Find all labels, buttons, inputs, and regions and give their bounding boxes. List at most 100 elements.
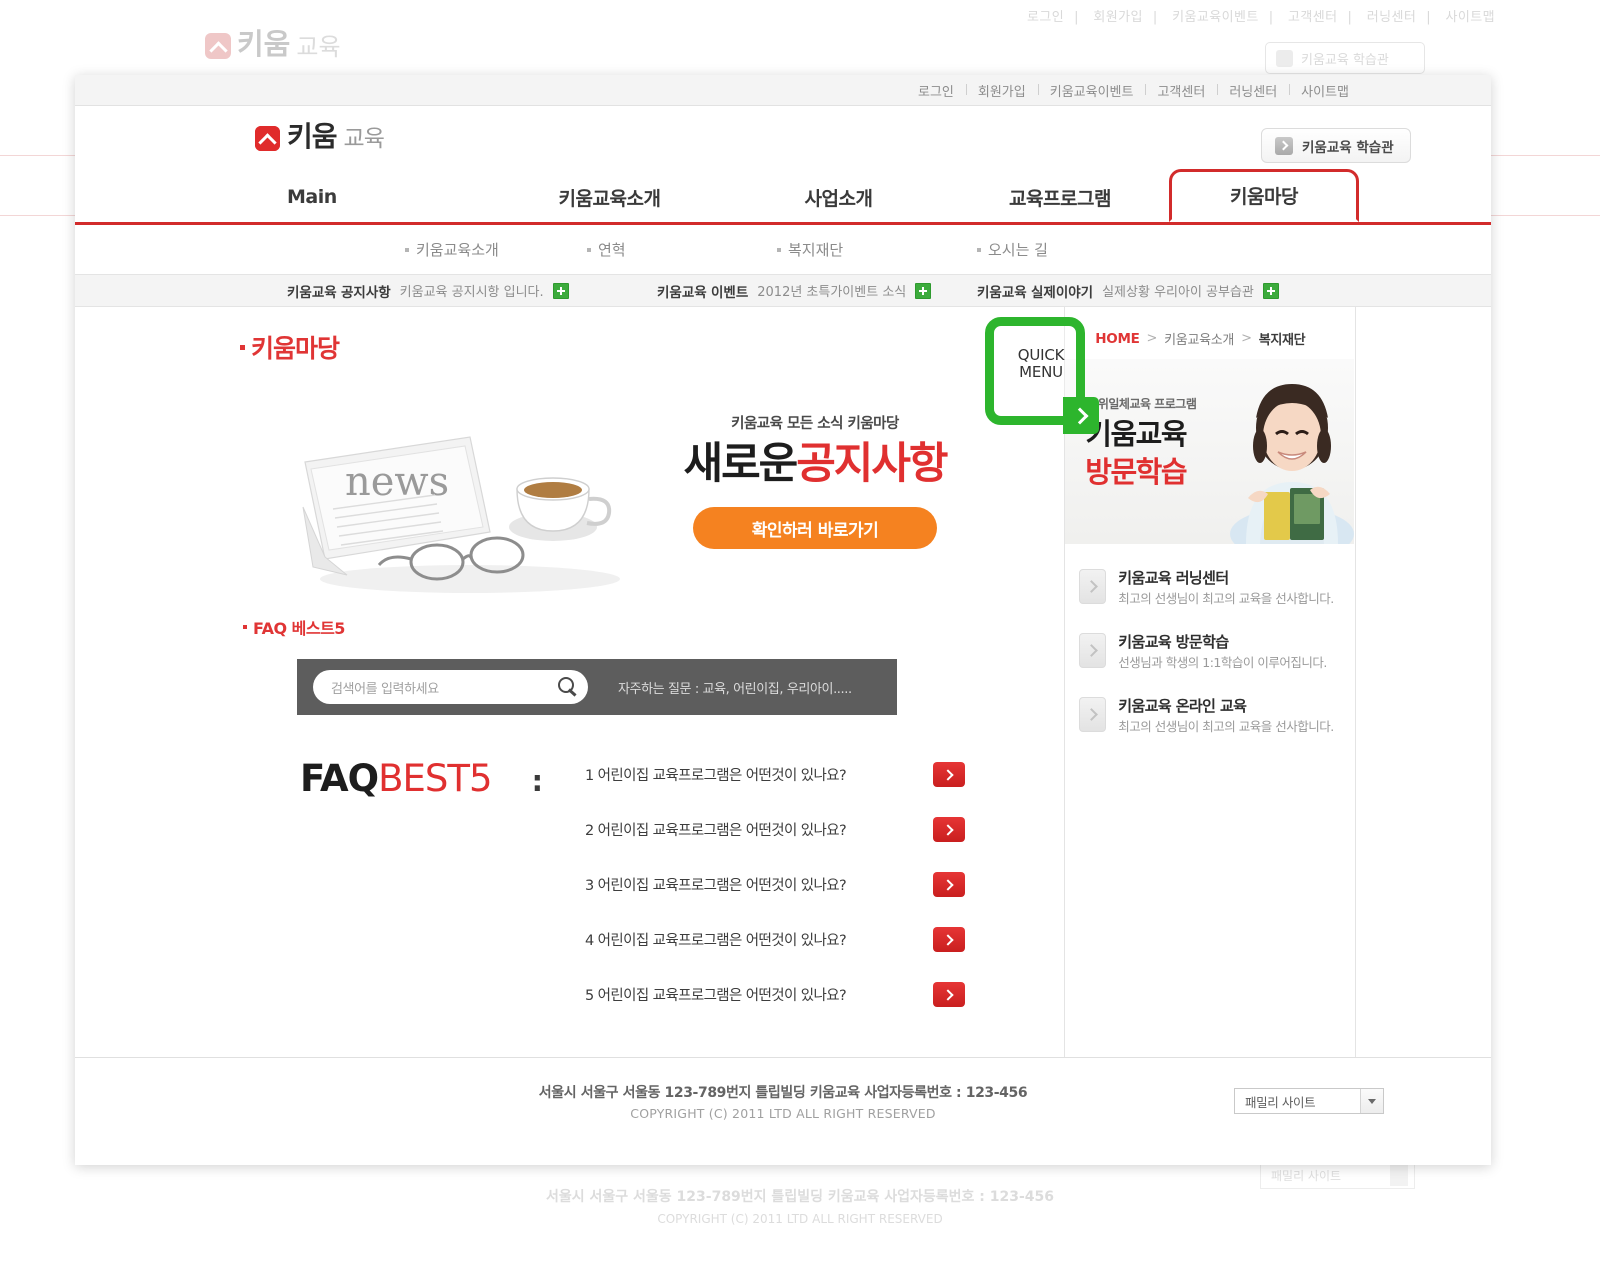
hero-title-red: 공지사항 <box>796 439 948 489</box>
sub-nav-item-history[interactable]: 연혁 <box>587 239 777 260</box>
brand-name-bold: 키움 <box>287 120 338 153</box>
promo-banner-kicker: 삼위일체교육 프로그램 <box>1087 397 1197 411</box>
hero-cta-button[interactable]: 확인하러 바로가기 <box>693 507 937 550</box>
hero-title: 새로운공지사항 <box>625 439 1005 489</box>
sidebar-item-home-study[interactable]: 키움교육 방문학습 선생님과 학생의 1:1학습이 이루어집니다. <box>1065 619 1354 683</box>
bg-learning-center-label: 키움교육 학습관 <box>1301 52 1389 68</box>
notice-item-2[interactable]: 키움교육 실제이야기 실제상황 우리아이 공부습관 <box>977 281 1279 301</box>
quick-menu-arrow-button[interactable] <box>1063 397 1099 434</box>
nav-item-kiummadang[interactable]: 키움마당 <box>1169 169 1359 222</box>
bg-up-chevron-icon <box>205 33 231 59</box>
quick-menu[interactable]: QUICK MENU <box>985 317 1099 435</box>
learning-center-label: 키움교육 학습관 <box>1302 139 1394 156</box>
utility-link-sitemap[interactable]: 사이트맵 <box>1289 81 1361 100</box>
utility-link-learning-center[interactable]: 러닝센터 <box>1217 81 1289 100</box>
faq-question-3: 4 어린이집 교육프로그램은 어떤것이 있나요? <box>585 933 847 949</box>
breadcrumb-home[interactable]: HOME <box>1095 331 1140 347</box>
student-photo <box>1230 384 1355 544</box>
page-title: 키움마당 <box>240 329 340 365</box>
notice-title-rest-2: 실제이야기 <box>1030 284 1094 301</box>
page-root: 로그인 | 회원가입 | 키움교육이벤트 | 고객센터 | 러닝센터 | 사이트맵 키움 … <box>0 0 1600 1268</box>
up-chevron-icon <box>255 125 280 151</box>
faq-list-item[interactable]: 1 어린이집 교육프로그램은 어떤것이 있나요? <box>585 747 965 802</box>
faq-question-1: 2 어린이집 교육프로그램은 어떤것이 있나요? <box>585 823 847 839</box>
page-title-label: 키움마당 <box>251 334 340 363</box>
notice-title-rest-1: 이벤트 <box>710 284 749 301</box>
hero-kicker: 키움교육 모든 소식 키움마당 <box>731 416 899 432</box>
search-hint: 자주하는 질문 : 교육, 어린이집, 우리아이..... <box>618 681 852 697</box>
faq-arrow-button-0[interactable] <box>933 762 965 787</box>
notice-plus-button-1[interactable] <box>915 282 932 299</box>
faq-list-item[interactable]: 4 어린이집 교육프로그램은 어떤것이 있나요? <box>585 912 965 967</box>
utility-link-signup[interactable]: 회원가입 <box>965 81 1038 100</box>
right-gutter <box>1356 307 1491 1057</box>
utility-link-customer-center[interactable]: 고객센터 <box>1145 81 1217 100</box>
utility-link-login[interactable]: 로그인 <box>906 81 966 100</box>
faq-arrow-button-3[interactable] <box>933 927 965 952</box>
right-sidebar: HOME > 키움교육소개 > 복지재단 삼위일체교육 프로그램 키움교육 방문… <box>1064 307 1357 1057</box>
search-input[interactable]: 검색어를 입력하세요 <box>313 670 588 704</box>
faq-arrow-button-4[interactable] <box>933 982 965 1007</box>
site-window: 로그인 회원가입 키움교육이벤트 고객센터 러닝센터 사이트맵 키움 교육 키움… <box>75 75 1491 1165</box>
sub-nav-item-directions[interactable]: 오시는 길 <box>977 239 1048 260</box>
faq-heading-black: FAQ <box>300 757 379 800</box>
faq-list-item[interactable]: 5 어린이집 교육프로그램은 어떤것이 있나요? <box>585 967 965 1022</box>
hero-title-black: 새로운 <box>683 439 799 489</box>
faq-list-item[interactable]: 2 어린이집 교육프로그램은 어떤것이 있나요? <box>585 802 965 857</box>
sidebar-item-learning-center[interactable]: 키움교육 러닝센터 최고의 선생님이 최고의 교육을 선사합니다. <box>1065 555 1354 619</box>
bg-footer-copyright: COPYRIGHT (C) 2011 LTD ALL RIGHT RESERVE… <box>657 1212 943 1226</box>
sidebar-item-desc-1: 선생님과 학생의 1:1학습이 이루어집니다. <box>1118 655 1327 670</box>
notice-text-1: 2012년 초특가이벤트 소식 <box>757 285 907 300</box>
main-nav: Main 키움교육소개 사업소개 교육프로그램 키움마당 <box>75 169 1491 225</box>
promo-banner-line1: 키움교육 <box>1085 417 1187 451</box>
chevron-down-icon <box>1360 1089 1383 1113</box>
site-footer: 서울시 서울구 서울동 123-789번지 틀립빌딩 키움교육 사업자등록번호 … <box>75 1057 1491 1163</box>
faq-list-item[interactable]: 3 어린이집 교육프로그램은 어떤것이 있나요? <box>585 857 965 912</box>
sidebar-item-text: 키움교육 온라인 교육 최고의 선생님이 최고의 교육을 선사합니다. <box>1118 695 1334 735</box>
nav-item-main[interactable]: Main <box>287 172 493 222</box>
faq-arrow-button-2[interactable] <box>933 872 965 897</box>
hero-section: news 키움교육 모든 소식 키움마당 새로운공지사항 확인하러 바로가기 <box>225 397 1045 597</box>
bg-util-2: 키움교육이벤트 <box>1172 10 1259 25</box>
main-column: 키움마당 news 키움교육 모든 소식 키움마당 새로운공지사항 확인하러 바… <box>75 307 1099 1057</box>
faq-section-label: FAQ 베스트5 <box>243 615 345 639</box>
arrow-right-icon <box>1079 697 1107 732</box>
breadcrumb-separator-icon: > <box>1146 331 1158 346</box>
faq-heading: FAQ BEST5 : <box>300 757 543 800</box>
notice-plus-button-0[interactable] <box>552 282 569 299</box>
hero-cta-label: 확인하러 바로가기 <box>751 520 879 541</box>
background-logo: 키움 교육 <box>205 30 341 59</box>
faq-arrow-button-1[interactable] <box>933 817 965 842</box>
family-site-select[interactable]: 패밀리 사이트 <box>1234 1088 1384 1114</box>
sidebar-item-online-education[interactable]: 키움교육 온라인 교육 최고의 선생님이 최고의 교육을 선사합니다. <box>1065 683 1354 747</box>
background-footer: 서울시 서울구 서울동 123-789번지 틀립빌딩 키움교육 사업자등록번호 … <box>0 1186 1600 1226</box>
bullet-icon <box>405 247 409 252</box>
utility-link-event[interactable]: 키움교육이벤트 <box>1037 81 1146 100</box>
bg-util-5: 사이트맵 <box>1445 10 1495 25</box>
svg-text:news: news <box>345 459 449 505</box>
nav-item-about[interactable]: 키움교육소개 <box>493 172 726 222</box>
sub-nav-item-foundation[interactable]: 복지재단 <box>777 239 977 260</box>
faq-question-4: 5 어린이집 교육프로그램은 어떤것이 있나요? <box>585 988 847 1004</box>
notice-item-0[interactable]: 키움교육 공지사항 키움교육 공지시항 입니다. <box>287 281 657 301</box>
logo[interactable]: 키움 교육 <box>255 120 385 153</box>
nav-item-program[interactable]: 교육프로그램 <box>951 172 1169 222</box>
sub-nav-label-3: 오시는 길 <box>988 241 1048 259</box>
breadcrumb-separator-icon: > <box>1241 331 1252 346</box>
sub-nav-item-about[interactable]: 키움교육소개 <box>405 239 587 260</box>
background-learning-center-button: 키움교육 학습관 <box>1265 42 1425 74</box>
bg-chevron-down-icon <box>1390 1165 1408 1186</box>
notice-plus-button-2[interactable] <box>1262 282 1279 299</box>
faq-question-0: 1 어린이집 교육프로그램은 어떤것이 있나요? <box>585 768 847 784</box>
sidebar-item-text: 키움교육 러닝센터 최고의 선생님이 최고의 교육을 선사합니다. <box>1118 567 1334 607</box>
breadcrumb-current: 복지재단 <box>1258 333 1306 348</box>
promo-banner[interactable]: 삼위일체교육 프로그램 키움교육 방문학습 <box>1065 359 1355 544</box>
search-input-placeholder: 검색어를 입력하세요 <box>331 681 439 697</box>
breadcrumb-middle[interactable]: 키움교육소개 <box>1164 329 1234 348</box>
nav-item-business[interactable]: 사업소개 <box>726 172 951 222</box>
notice-item-1[interactable]: 키움교육 이벤트 2012년 초특가이벤트 소식 <box>657 281 977 301</box>
learning-center-button[interactable]: 키움교육 학습관 <box>1261 128 1411 163</box>
search-icon[interactable] <box>558 677 578 697</box>
family-site-value: 패밀리 사이트 <box>1245 1094 1316 1110</box>
faq-section-label-text: FAQ 베스트5 <box>253 619 345 638</box>
